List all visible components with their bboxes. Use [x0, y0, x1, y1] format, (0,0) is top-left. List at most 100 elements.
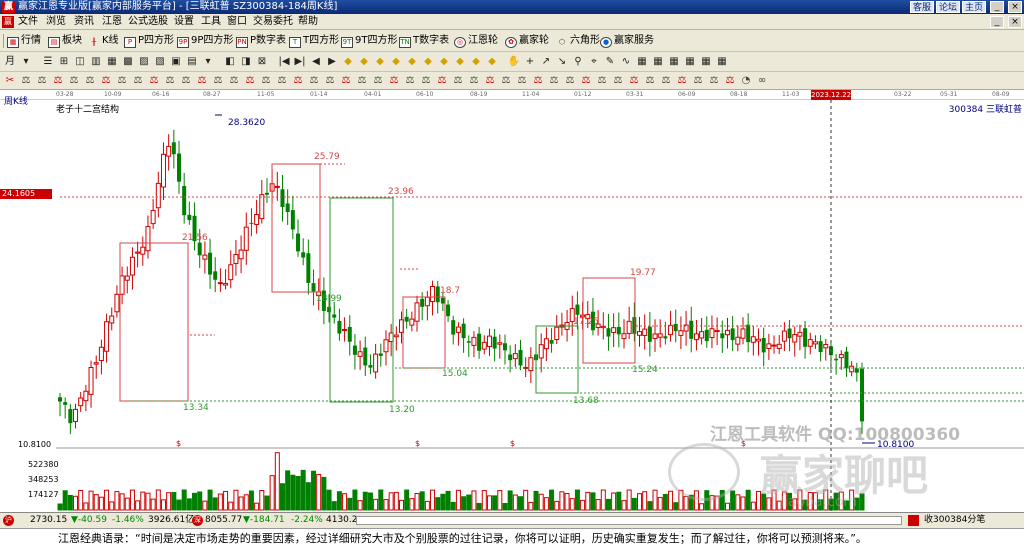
drawing-tool-icon[interactable]: ∿ — [619, 55, 633, 69]
menu-file[interactable]: 文件 — [18, 15, 38, 29]
menu-help[interactable]: 帮助 — [298, 15, 318, 29]
menu-gann[interactable]: 江恩 — [102, 15, 122, 29]
analysis-tool-icon[interactable]: ⚖ — [51, 74, 65, 88]
toolbar-hexagon[interactable]: ⬡ 六角形 — [556, 33, 600, 49]
analysis-tool-icon[interactable]: ∞ — [755, 74, 769, 88]
drawing-tool-icon[interactable]: + — [523, 55, 537, 69]
drawing-tool-icon[interactable]: ◆ — [437, 55, 451, 69]
chart-area[interactable]: 28.3620 25.79 23.96 21.56 18.99 18.7 19.77 17.2… — [0, 97, 1024, 512]
drawing-tool-icon[interactable]: ▥ — [89, 55, 103, 69]
menu-browse[interactable]: 浏览 — [46, 15, 66, 29]
analysis-tool-icon[interactable]: ⚖ — [627, 74, 641, 88]
drawing-tool-icon[interactable]: ▾ — [201, 55, 215, 69]
drawing-tool-icon[interactable]: ▦ — [635, 55, 649, 69]
menu-formula-select[interactable]: 公式选股 — [128, 15, 168, 29]
drawing-tool-icon[interactable]: ▦ — [105, 55, 119, 69]
drawing-tool-icon[interactable]: ◆ — [453, 55, 467, 69]
analysis-tool-icon[interactable]: ⚖ — [291, 74, 305, 88]
record-icon[interactable] — [908, 515, 919, 526]
drawing-tool-icon[interactable]: ◆ — [485, 55, 499, 69]
drawing-tool-icon[interactable]: ◆ — [389, 55, 403, 69]
analysis-tool-icon[interactable]: ⚖ — [339, 74, 353, 88]
menu-window[interactable]: 窗口 — [227, 15, 247, 29]
analysis-tool-icon[interactable]: ⚖ — [19, 74, 33, 88]
analysis-tool-icon[interactable]: ⚖ — [387, 74, 401, 88]
drawing-tool-icon[interactable]: ⚲ — [571, 55, 585, 69]
analysis-tool-icon[interactable]: ⚖ — [563, 74, 577, 88]
drawing-tool-icon[interactable]: ◀ — [309, 55, 323, 69]
drawing-tool-icon[interactable]: ⊞ — [57, 55, 71, 69]
analysis-tool-icon[interactable]: ⚖ — [307, 74, 321, 88]
analysis-tool-icon[interactable]: ⚖ — [275, 74, 289, 88]
analysis-tool-icon[interactable]: ⚖ — [723, 74, 737, 88]
horizontal-scrollbar[interactable] — [356, 516, 902, 525]
drawing-tool-icon[interactable]: ▤ — [185, 55, 199, 69]
toolbar-p-square[interactable]: P P四方形 — [124, 33, 174, 49]
analysis-tool-icon[interactable]: ⚖ — [211, 74, 225, 88]
mdi-close-icon[interactable]: × — [1008, 16, 1022, 28]
drawing-tool-icon[interactable]: ▦ — [715, 55, 729, 69]
analysis-tool-icon[interactable]: ⚖ — [483, 74, 497, 88]
analysis-tool-icon[interactable]: ⚖ — [435, 74, 449, 88]
analysis-tool-icon[interactable]: ⚖ — [419, 74, 433, 88]
forum-button[interactable]: 论坛 — [936, 1, 960, 13]
menu-settings[interactable]: 设置 — [174, 15, 194, 29]
menu-trade[interactable]: 交易委托 — [253, 15, 293, 29]
customer-service-button[interactable]: 客服 — [910, 1, 934, 13]
analysis-tool-icon[interactable]: ⚖ — [355, 74, 369, 88]
toolbar-9t-square[interactable]: 9T 9T四方形 — [341, 33, 397, 49]
tick-data-label[interactable]: 收300384分笔 — [924, 513, 985, 528]
drawing-tool-icon[interactable]: ▧ — [153, 55, 167, 69]
analysis-tool-icon[interactable]: ⚖ — [179, 74, 193, 88]
toolbar-gann-wheel[interactable]: ◎ 江恩轮 — [454, 33, 498, 49]
menu-news[interactable]: 资讯 — [74, 15, 94, 29]
drawing-tool-icon[interactable]: ▦ — [683, 55, 697, 69]
analysis-tool-icon[interactable]: ⚖ — [515, 74, 529, 88]
analysis-tool-icon[interactable]: ⚖ — [499, 74, 513, 88]
analysis-tool-icon[interactable]: ⚖ — [643, 74, 657, 88]
analysis-tool-icon[interactable]: ⚖ — [403, 74, 417, 88]
drawing-tool-icon[interactable]: ▩ — [121, 55, 135, 69]
drawing-tool-icon[interactable]: 月 — [3, 55, 17, 69]
analysis-tool-icon[interactable]: ✂ — [3, 74, 17, 88]
drawing-tool-icon[interactable]: ◆ — [469, 55, 483, 69]
analysis-tool-icon[interactable]: ⚖ — [323, 74, 337, 88]
drawing-tool-icon[interactable]: ▶| — [293, 55, 307, 69]
analysis-tool-icon[interactable]: ⚖ — [163, 74, 177, 88]
toolbar-t-square[interactable]: T T四方形 — [289, 33, 339, 49]
analysis-tool-icon[interactable]: ⚖ — [371, 74, 385, 88]
mdi-minimize-icon[interactable]: _ — [990, 16, 1004, 28]
analysis-tool-icon[interactable]: ⚖ — [99, 74, 113, 88]
analysis-tool-icon[interactable]: ◔ — [739, 74, 753, 88]
drawing-tool-icon[interactable]: ◆ — [421, 55, 435, 69]
analysis-tool-icon[interactable]: ⚖ — [611, 74, 625, 88]
analysis-tool-icon[interactable]: ⚖ — [259, 74, 273, 88]
analysis-tool-icon[interactable]: ⚖ — [531, 74, 545, 88]
drawing-tool-icon[interactable]: ▶ — [325, 55, 339, 69]
drawing-tool-icon[interactable]: ↘ — [555, 55, 569, 69]
toolbar-9p-square[interactable]: 9P 9P四方形 — [177, 33, 233, 49]
drawing-tool-icon[interactable]: |◀ — [277, 55, 291, 69]
analysis-tool-icon[interactable]: ⚖ — [451, 74, 465, 88]
analysis-tool-icon[interactable]: ⚖ — [547, 74, 561, 88]
drawing-tool-icon[interactable]: ◆ — [405, 55, 419, 69]
homepage-button[interactable]: 主页 — [962, 1, 986, 13]
toolbar-sector[interactable]: ▤ 板块 — [48, 33, 82, 49]
analysis-tool-icon[interactable]: ⚖ — [675, 74, 689, 88]
drawing-tool-icon[interactable]: ▣ — [169, 55, 183, 69]
app-menu-icon[interactable]: 赢 — [2, 16, 14, 28]
toolbar-winner-wheel[interactable]: ✿ 赢家轮 — [505, 33, 549, 49]
analysis-tool-icon[interactable]: ⚖ — [707, 74, 721, 88]
drawing-tool-icon[interactable]: ▾ — [19, 55, 33, 69]
drawing-tool-icon[interactable]: ▨ — [137, 55, 151, 69]
close-icon[interactable]: × — [1008, 1, 1022, 13]
analysis-tool-icon[interactable]: ⚖ — [691, 74, 705, 88]
analysis-tool-icon[interactable]: ⚖ — [243, 74, 257, 88]
minimize-icon[interactable]: _ — [990, 1, 1004, 13]
toolbar-t-table[interactable]: TN T数字表 — [399, 33, 449, 49]
drawing-tool-icon[interactable]: ▦ — [667, 55, 681, 69]
toolbar-quote[interactable]: ▦ 行情 — [7, 33, 41, 49]
drawing-tool-icon[interactable]: ↗ — [539, 55, 553, 69]
analysis-tool-icon[interactable]: ⚖ — [659, 74, 673, 88]
drawing-tool-icon[interactable]: ⊠ — [255, 55, 269, 69]
